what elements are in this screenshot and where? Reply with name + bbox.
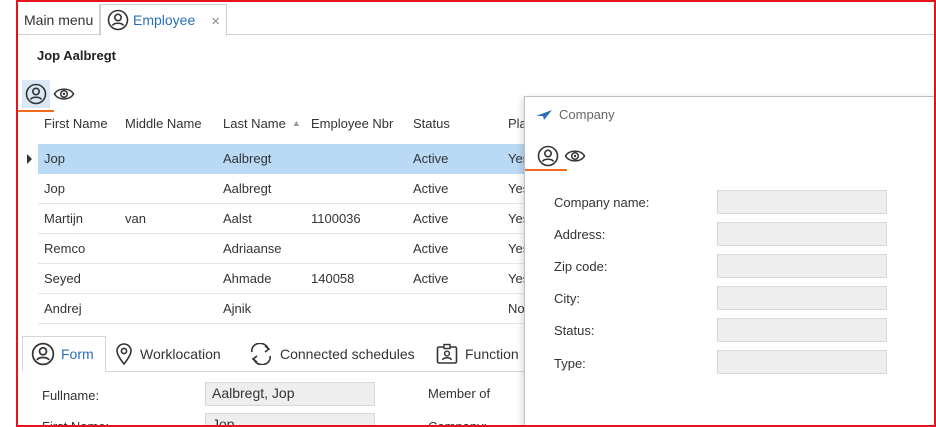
- tab-connected-schedules-label: Connected schedules: [280, 346, 415, 362]
- table-row[interactable]: Seyed Ahmade 140058 Active Yes: [38, 264, 536, 294]
- record-toolbar: [22, 80, 78, 108]
- close-icon[interactable]: ×: [211, 13, 220, 30]
- zip-code-field[interactable]: [717, 254, 887, 278]
- paper-plane-icon: [535, 109, 559, 121]
- tab-function-label: Function: [465, 346, 519, 362]
- sort-ascending-icon: ▲: [291, 118, 301, 128]
- cell-first-name: Jop: [44, 181, 65, 196]
- address-field[interactable]: [717, 222, 887, 246]
- tab-function[interactable]: Function: [435, 336, 519, 372]
- user-circle-icon: [31, 342, 61, 366]
- company-panel-header: Company: [535, 107, 615, 122]
- current-row-indicator-icon: [27, 154, 32, 164]
- status-label: Status:: [554, 323, 595, 338]
- user-circle-icon: [107, 9, 129, 31]
- cell-last-name: Aalbregt: [223, 151, 272, 166]
- cell-planning: No: [508, 301, 525, 316]
- cell-first-name: Martijn: [44, 211, 84, 226]
- table-row[interactable]: Martijn van Aalst 1100036 Active Yes: [38, 204, 536, 234]
- column-header-last-name[interactable]: Last Name ▲: [223, 116, 301, 142]
- cell-last-name: Ajnik: [223, 301, 252, 316]
- cell-status: Active: [413, 241, 449, 256]
- company-name-field[interactable]: [717, 190, 887, 214]
- table-row[interactable]: Remco Adriaanse Active Yes: [38, 234, 536, 264]
- column-header-last-name-label: Last Name: [223, 116, 286, 131]
- address-label: Address:: [554, 227, 606, 242]
- cell-last-name: Aalst: [223, 211, 252, 226]
- cell-employee-nbr: 140058: [311, 271, 355, 286]
- eye-icon: [564, 148, 586, 164]
- fullname-label: Fullname:: [42, 388, 100, 403]
- column-header-middle-name[interactable]: Middle Name: [125, 116, 202, 142]
- cell-last-name: Adriaanse: [223, 241, 282, 256]
- application-frame: Main menu Employee × Jop Aalbregt First …: [16, 0, 936, 427]
- status-field[interactable]: [717, 318, 887, 342]
- cell-first-name: Remco: [44, 241, 86, 256]
- cell-employee-nbr: 1100036: [311, 211, 361, 226]
- fullname-field[interactable]: Aalbregt, Jop: [205, 382, 375, 406]
- type-field[interactable]: [717, 350, 887, 374]
- type-label: Type:: [554, 356, 586, 371]
- tab-strip: Main menu Employee ×: [18, 2, 934, 36]
- company-panel-title: Company: [559, 107, 615, 122]
- cell-last-name: Aalbregt: [223, 181, 272, 196]
- company-panel-toolbar: [535, 143, 589, 169]
- city-label: City:: [554, 291, 580, 306]
- table-row[interactable]: Jop Aalbregt Active Yes: [38, 174, 536, 204]
- cell-status: Active: [413, 271, 449, 286]
- cell-status: Active: [413, 211, 449, 226]
- tab-employee-label: Employee: [133, 12, 196, 28]
- detail-tab-bar: Form Worklocation Connected schedules Fu…: [22, 332, 537, 372]
- company-label: Company:: [428, 419, 488, 427]
- cell-first-name: Andrej: [44, 301, 82, 316]
- eye-icon: [53, 86, 75, 102]
- cell-first-name: Seyed: [44, 271, 81, 286]
- cell-status: Active: [413, 181, 449, 196]
- cell-last-name: Ahmade: [223, 271, 272, 286]
- tab-form-label: Form: [61, 346, 94, 362]
- first-name-label: First Name:: [42, 419, 110, 427]
- tab-form[interactable]: Form: [22, 336, 106, 372]
- cell-first-name: Jop: [44, 151, 65, 166]
- user-circle-icon: [537, 145, 559, 167]
- zip-code-label: Zip code:: [554, 259, 608, 274]
- table-row[interactable]: Andrej Ajnik No: [38, 294, 536, 324]
- id-badge-icon: [435, 342, 465, 366]
- sync-arrows-icon: [248, 343, 280, 365]
- tab-main-menu[interactable]: Main menu: [18, 4, 100, 35]
- tab-worklocation[interactable]: Worklocation: [114, 336, 221, 372]
- company-name-label: Company name:: [554, 195, 650, 210]
- page-title: Jop Aalbregt: [37, 48, 116, 63]
- city-field[interactable]: [717, 286, 887, 310]
- cell-status: Active: [413, 151, 449, 166]
- first-name-field[interactable]: Jop: [205, 413, 375, 425]
- column-header-first-name[interactable]: First Name: [44, 116, 108, 142]
- column-header-status[interactable]: Status: [413, 116, 450, 142]
- column-header-employee-nbr[interactable]: Employee Nbr: [311, 116, 393, 142]
- cell-middle-name: van: [125, 211, 146, 226]
- user-circle-icon: [25, 83, 47, 105]
- preview-button[interactable]: [50, 80, 78, 108]
- active-view-underline: [18, 110, 54, 112]
- map-pin-icon: [114, 342, 140, 366]
- tab-connected-schedules[interactable]: Connected schedules: [248, 336, 415, 372]
- company-active-view-underline: [525, 169, 567, 171]
- table-row[interactable]: Jop Aalbregt Active Yes: [38, 144, 536, 174]
- tab-worklocation-label: Worklocation: [140, 346, 221, 362]
- tab-employee[interactable]: Employee ×: [100, 4, 227, 36]
- company-preview-button[interactable]: [561, 143, 589, 169]
- company-form-view-button[interactable]: [535, 143, 561, 169]
- member-of-label: Member of: [428, 386, 491, 401]
- company-panel: Company Company name: Address: Zip code:…: [524, 96, 934, 425]
- tab-main-menu-label: Main menu: [24, 11, 94, 28]
- form-view-button[interactable]: [22, 80, 50, 108]
